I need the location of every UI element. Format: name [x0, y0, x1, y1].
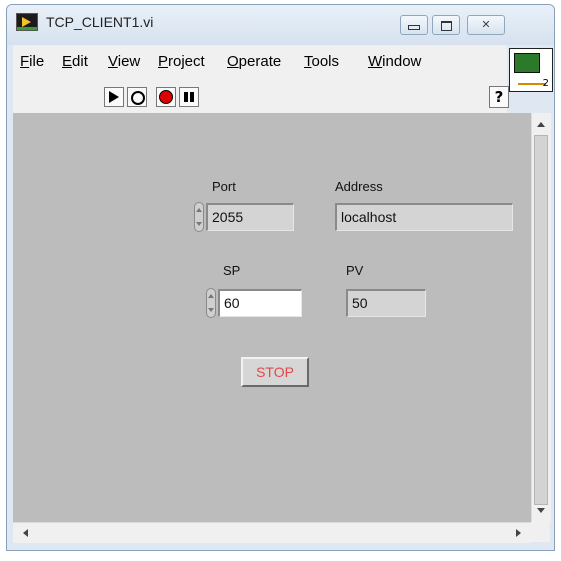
- increment-arrow-icon: [208, 294, 214, 298]
- run-button[interactable]: [104, 87, 124, 107]
- decrement-arrow-icon: [208, 308, 214, 312]
- address-field[interactable]: localhost: [335, 203, 513, 231]
- vi-connector-icon[interactable]: 2: [509, 48, 553, 92]
- scroll-left-icon[interactable]: [23, 529, 28, 537]
- stop-button[interactable]: STOP: [241, 357, 309, 387]
- pv-label: PV: [346, 263, 364, 278]
- pause-icon: [184, 92, 188, 102]
- close-button[interactable]: ✕: [467, 15, 505, 35]
- menu-tools[interactable]: Tools: [304, 53, 339, 70]
- sp-stepper[interactable]: [206, 288, 216, 318]
- pause-button[interactable]: [179, 87, 199, 107]
- vertical-scrollbar[interactable]: [531, 113, 551, 522]
- abort-button[interactable]: [156, 87, 176, 107]
- run-continuously-icon: [131, 91, 145, 105]
- menu-bar: File Edit View Project Operate Tools Win…: [13, 45, 507, 81]
- run-arrow-icon: [109, 91, 119, 103]
- close-icon: ✕: [481, 18, 491, 31]
- vi-icon-number: 2: [542, 78, 549, 89]
- run-continuously-button[interactable]: [127, 87, 147, 107]
- pv-field: 50: [346, 289, 426, 317]
- menu-project[interactable]: Project: [158, 53, 205, 70]
- menu-operate[interactable]: Operate: [227, 53, 281, 70]
- menu-window[interactable]: Window: [368, 53, 421, 70]
- increment-arrow-icon: [196, 208, 202, 212]
- minimize-icon: [408, 25, 420, 30]
- menu-view[interactable]: View: [108, 53, 140, 70]
- port-label: Port: [212, 179, 236, 194]
- resize-grip[interactable]: [531, 522, 550, 542]
- abort-stop-icon: [159, 90, 173, 104]
- scroll-down-icon[interactable]: [537, 508, 545, 513]
- sp-input[interactable]: 60: [218, 289, 302, 317]
- title-bar[interactable]: TCP_CLIENT1.vi ✕: [7, 5, 554, 45]
- toolbar: ?: [13, 81, 509, 114]
- help-icon: ?: [494, 88, 504, 106]
- pause-icon-bar: [190, 92, 194, 102]
- labview-vi-icon: [16, 13, 38, 31]
- decrement-arrow-icon: [196, 222, 202, 226]
- front-panel: Port 2055 Address localhost SP 60 PV 50 …: [13, 113, 531, 522]
- address-label: Address: [335, 179, 383, 194]
- context-help-button[interactable]: ?: [489, 86, 509, 108]
- port-field[interactable]: 2055: [206, 203, 294, 231]
- minimize-button[interactable]: [400, 15, 428, 35]
- vi-icon-graphic: [514, 53, 540, 73]
- horizontal-scrollbar[interactable]: [13, 522, 531, 543]
- scroll-up-icon[interactable]: [537, 122, 545, 127]
- port-stepper[interactable]: [194, 202, 204, 232]
- maximize-button[interactable]: [432, 15, 460, 35]
- menu-file[interactable]: File: [20, 53, 44, 70]
- vertical-scroll-thumb[interactable]: [534, 135, 548, 505]
- scroll-right-icon[interactable]: [516, 529, 521, 537]
- vi-window: TCP_CLIENT1.vi ✕ File Edit View Project …: [6, 4, 555, 551]
- window-title: TCP_CLIENT1.vi: [46, 14, 154, 30]
- menu-edit[interactable]: Edit: [62, 53, 88, 70]
- sp-label: SP: [223, 263, 241, 278]
- maximize-icon: [440, 21, 452, 31]
